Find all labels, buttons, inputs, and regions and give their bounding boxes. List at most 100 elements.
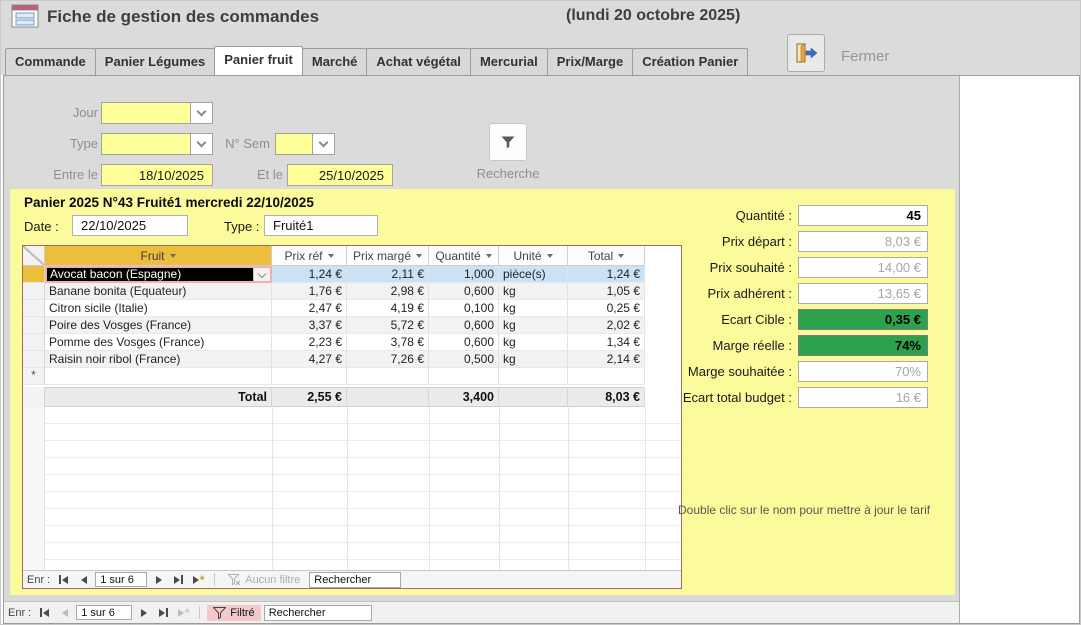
close-form-button[interactable] xyxy=(787,34,825,72)
tab-commande[interactable]: Commande xyxy=(5,48,96,75)
column-header-quantite[interactable]: Quantité xyxy=(429,246,499,266)
num-sem-label: N° Sem xyxy=(216,136,270,151)
first-record-button[interactable] xyxy=(36,606,53,620)
new-record-row[interactable]: * xyxy=(23,368,681,385)
record-position[interactable]: 1 sur 6 xyxy=(76,605,132,620)
form-body: Jour Type N° Sem Entre le 18/10/20 xyxy=(4,76,960,623)
no-filter-button[interactable]: Aucun filtre xyxy=(222,572,306,588)
num-sem-combobox[interactable] xyxy=(275,133,335,155)
row-selector-current[interactable] xyxy=(23,266,45,283)
record-position[interactable]: 1 sur 6 xyxy=(95,572,147,587)
next-record-button[interactable] xyxy=(150,573,167,587)
jour-combobox[interactable] xyxy=(101,102,213,124)
cell-fruit-empty[interactable] xyxy=(45,368,272,385)
row-selector[interactable] xyxy=(23,334,45,351)
table-row[interactable]: Avocat bacon (Espagne) 1,24 € 2,11 € 1,0… xyxy=(23,266,681,283)
table-row[interactable]: Banane bonita (Equateur) 1,76 € 2,98 € 0… xyxy=(23,283,681,300)
row-selector[interactable] xyxy=(23,300,45,317)
subform-search-input[interactable]: Rechercher xyxy=(309,572,401,588)
combo-dropdown-button[interactable] xyxy=(253,268,270,281)
new-record-button[interactable]: * xyxy=(175,606,192,620)
filter-section: Jour Type N° Sem Entre le 18/10/20 xyxy=(4,76,959,188)
form-search-input[interactable]: Rechercher xyxy=(264,605,372,621)
tab-panier-fruit[interactable]: Panier fruit xyxy=(214,46,303,75)
cell-unite: pièce(s) xyxy=(499,266,568,283)
type-combobox[interactable] xyxy=(101,133,213,155)
table-row[interactable]: Poire des Vosges (France) 3,37 € 5,72 € … xyxy=(23,317,681,334)
cell-unite: kg xyxy=(499,351,568,368)
cell-fruit[interactable]: Citron sicile (Italie) xyxy=(45,300,272,317)
sort-filter-arrow-icon[interactable] xyxy=(547,254,553,258)
panier-type-field[interactable]: Fruité1 xyxy=(264,215,378,236)
table-row[interactable]: Raisin noir ribol (France) 4,27 € 7,26 €… xyxy=(23,351,681,368)
tab-marche[interactable]: Marché xyxy=(302,48,368,75)
entre-le-input[interactable]: 18/10/2025 xyxy=(101,164,213,186)
tab-achat-vegetal[interactable]: Achat végétal xyxy=(366,48,471,75)
column-header-total[interactable]: Total xyxy=(568,246,645,266)
cell-fruit[interactable]: Raisin noir ribol (France) xyxy=(45,351,272,368)
table-row[interactable]: Pomme des Vosges (France) 2,23 € 3,78 € … xyxy=(23,334,681,351)
sort-filter-arrow-icon[interactable] xyxy=(618,254,624,258)
table-row[interactable]: Citron sicile (Italie) 2,47 € 4,19 € 0,1… xyxy=(23,300,681,317)
tab-mercurial[interactable]: Mercurial xyxy=(470,48,548,75)
type-value xyxy=(102,134,190,154)
sort-filter-arrow-icon[interactable] xyxy=(328,254,334,258)
column-header-fruit[interactable]: Fruit xyxy=(45,246,272,266)
sort-filter-arrow-icon[interactable] xyxy=(416,254,422,258)
ecart-cible-field: 0,35 € xyxy=(798,309,928,330)
select-all-corner[interactable] xyxy=(23,246,45,266)
filtered-button[interactable]: Filtré xyxy=(207,605,260,621)
row-selector[interactable] xyxy=(23,317,45,334)
previous-record-button[interactable] xyxy=(75,573,92,587)
date-field[interactable]: 22/10/2025 xyxy=(72,215,188,236)
et-le-input[interactable]: 25/10/2025 xyxy=(287,164,393,186)
cell-total: 1,24 € xyxy=(568,266,645,283)
fruit-combobox[interactable]: Avocat bacon (Espagne) xyxy=(45,266,272,283)
divider xyxy=(199,606,200,619)
last-record-button[interactable] xyxy=(170,573,187,587)
ecart-cible-label: Ecart Cible : xyxy=(721,312,792,327)
cell-fruit[interactable]: Pomme des Vosges (France) xyxy=(45,334,272,351)
sort-filter-arrow-icon[interactable] xyxy=(170,254,176,258)
prix-adherent-label: Prix adhérent : xyxy=(707,286,792,301)
marge-souhaitee-field: 70% xyxy=(798,361,928,382)
column-label: Total xyxy=(588,249,613,263)
fruits-subform: Fruit Prix réf Prix margé Quantité Unité xyxy=(22,245,682,589)
row-selector[interactable] xyxy=(23,283,45,300)
panier-title: Panier 2025 N°43 Fruité1 mercredi 22/10/… xyxy=(24,195,314,210)
new-record-selector[interactable]: * xyxy=(23,368,45,385)
ecart-total-budget-field: 16 € xyxy=(798,387,928,408)
next-record-button[interactable] xyxy=(135,606,152,620)
column-header-prix-ref[interactable]: Prix réf xyxy=(272,246,347,266)
cell-prix-ref: 2,47 € xyxy=(272,300,347,317)
last-record-button[interactable] xyxy=(155,606,172,620)
chevron-down-icon[interactable] xyxy=(312,134,334,154)
quantite-field[interactable]: 45 xyxy=(798,205,928,226)
row-selector[interactable] xyxy=(23,351,45,368)
new-record-button[interactable]: * xyxy=(190,573,207,587)
tab-panier-legumes[interactable]: Panier Légumes xyxy=(95,48,215,75)
marge-souhaitee-label: Marge souhaitée : xyxy=(688,364,792,379)
recherche-button[interactable] xyxy=(489,123,527,161)
chevron-down-icon[interactable] xyxy=(190,134,212,154)
prix-souhaite-field: 14,00 € xyxy=(798,257,928,278)
fruit-combobox-value: Avocat bacon (Espagne) xyxy=(47,268,253,281)
chevron-down-icon[interactable] xyxy=(190,103,212,123)
access-window: Fiche de gestion des commandes (lundi 20… xyxy=(0,0,1081,625)
first-record-button[interactable] xyxy=(55,573,72,587)
sort-filter-arrow-icon[interactable] xyxy=(486,254,492,258)
tab-prix-marge[interactable]: Prix/Marge xyxy=(547,48,633,75)
cell-fruit[interactable]: Poire des Vosges (France) xyxy=(45,317,272,334)
cell-fruit[interactable]: Banane bonita (Equateur) xyxy=(45,283,272,300)
cell-empty xyxy=(429,368,499,385)
column-header-prix-marge[interactable]: Prix margé xyxy=(347,246,429,266)
previous-record-button[interactable] xyxy=(56,606,73,620)
cell-prix-ref: 2,23 € xyxy=(272,334,347,351)
tab-creation-panier[interactable]: Création Panier xyxy=(632,48,748,75)
header-date: (lundi 20 octobre 2025) xyxy=(566,7,740,25)
column-header-unite[interactable]: Unité xyxy=(499,246,568,266)
marge-reelle-field: 74% xyxy=(798,335,928,356)
record-nav-label: Enr : xyxy=(8,607,31,619)
total-prix-ref: 2,55 € xyxy=(272,387,347,407)
prix-depart-label: Prix départ : xyxy=(722,234,792,249)
